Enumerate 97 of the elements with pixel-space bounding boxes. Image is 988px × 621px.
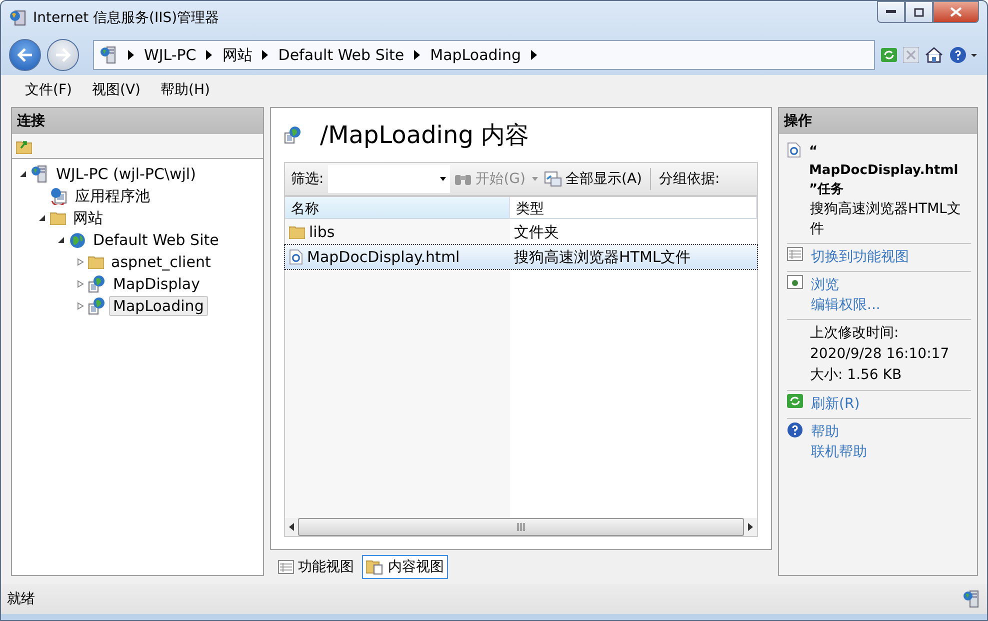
tree-item[interactable]: Default Web Site (89, 230, 223, 250)
action-link[interactable]: 编辑权限... (811, 295, 880, 315)
tree-item[interactable]: MapLoading (109, 296, 208, 316)
menu-item[interactable]: 文件(F) (25, 81, 72, 99)
scroll-right-icon[interactable] (746, 522, 754, 532)
maximize-icon (914, 8, 924, 16)
server-icon (963, 590, 981, 608)
collapse-arrow-icon[interactable] (57, 236, 65, 244)
column-header[interactable]: 名称 (285, 197, 510, 219)
app-pool-icon (50, 187, 68, 205)
breadcrumb-item[interactable]: 网站 (222, 46, 252, 64)
view-tab[interactable]: 内容视图 (362, 555, 448, 579)
menu-item[interactable]: 帮助(H) (160, 81, 210, 99)
name-cell: MapDocDisplay.html (285, 248, 510, 266)
folder-arrow-icon[interactable] (16, 138, 32, 154)
close-icon (950, 7, 962, 17)
expand-arrow-icon[interactable] (76, 302, 84, 310)
action-link[interactable]: 浏览 (811, 275, 880, 295)
help-icon (787, 422, 803, 438)
binoculars-icon (454, 172, 472, 186)
app-icon (9, 9, 27, 27)
horizontal-scrollbar[interactable] (285, 518, 757, 536)
chevron-right-icon[interactable] (128, 50, 134, 60)
tree-item[interactable]: aspnet_client (107, 252, 215, 272)
file-type-text: 搜狗高速浏览器HTML文件 (809, 200, 962, 239)
action-link[interactable]: 切换到功能视图 (811, 247, 909, 267)
show-all-button[interactable]: 全部显示(A) (566, 170, 642, 188)
back-button[interactable] (9, 39, 41, 71)
file-icon (787, 142, 801, 158)
type-cell-text: 搜狗高速浏览器HTML文件 (513, 248, 692, 266)
collapse-arrow-icon[interactable] (38, 214, 46, 222)
globe-icon (69, 232, 86, 248)
group-by-label[interactable]: 分组依据: (659, 170, 720, 188)
page-title: /MapLoading 内容 (320, 120, 530, 151)
breadcrumb-item[interactable]: Default Web Site (278, 46, 404, 64)
grid-view-icon (787, 247, 803, 261)
address-bar[interactable]: WJL-PC 网站 Default Web Site MapLoading (93, 40, 875, 70)
server-icon (100, 46, 118, 64)
folder-icon (88, 255, 104, 269)
expand-arrow-icon[interactable] (76, 280, 84, 288)
tree-item[interactable]: 网站 (69, 208, 107, 228)
server-icon (31, 165, 49, 183)
info-text: 上次修改时间: (810, 324, 900, 343)
action-link[interactable]: 刷新(R) (811, 394, 860, 414)
window-title: Internet 信息服务(IIS)管理器 (33, 9, 220, 27)
action-link[interactable]: 帮助 (811, 422, 867, 442)
panel-header: 连接 (12, 108, 263, 134)
column-header[interactable]: 类型 (510, 197, 757, 219)
grip-icon (516, 523, 526, 531)
type-cell-text: 文件夹 (513, 222, 560, 242)
file-row[interactable]: MapDocDisplay.html 搜狗高速浏览器HTML文件 (285, 245, 757, 269)
chevron-right-icon[interactable] (206, 50, 212, 60)
tree-item[interactable]: WJL-PC (wjl-PC\wjl) (52, 164, 200, 184)
home-icon[interactable] (925, 47, 943, 63)
file-row[interactable]: libs 文件夹 (285, 220, 757, 244)
scroll-left-icon[interactable] (288, 522, 296, 532)
folder-page-icon (366, 559, 384, 575)
tree-item[interactable]: MapDisplay (109, 274, 204, 294)
name-cell: libs (285, 223, 510, 241)
status-text: 就绪 (7, 590, 35, 608)
show-all-icon (544, 171, 562, 187)
refresh-icon (787, 394, 803, 408)
breadcrumb-item[interactable]: MapLoading (430, 46, 521, 64)
refresh-icon[interactable] (881, 48, 897, 62)
panel-header: 操作 (779, 108, 977, 134)
app-icon (88, 297, 106, 315)
arrow-right-icon (55, 48, 71, 62)
sites-folder-icon (50, 211, 66, 225)
chevron-right-icon[interactable] (262, 50, 268, 60)
chevron-right-icon[interactable] (414, 50, 420, 60)
info-text: 大小: 1.56 KB (810, 366, 903, 385)
action-link[interactable]: 联机帮助 (811, 442, 867, 462)
folder-icon (289, 225, 305, 239)
filter-label: 筛选: (291, 170, 324, 188)
file-icon (289, 249, 303, 265)
minimize-icon (886, 10, 896, 14)
filter-field[interactable] (328, 165, 450, 193)
collapse-arrow-icon[interactable] (19, 170, 27, 178)
browser-window-icon (787, 275, 803, 289)
site-content-icon (284, 126, 302, 144)
app-icon (88, 275, 106, 293)
menu-item[interactable]: 视图(V) (92, 81, 140, 99)
view-tab[interactable]: 功能视图 (274, 555, 358, 579)
breadcrumb-item[interactable]: WJL-PC (144, 46, 196, 64)
maximize-button[interactable] (905, 1, 933, 23)
forward-button[interactable] (47, 39, 79, 71)
info-text: 2020/9/28 16:10:17 (810, 345, 950, 364)
close-button[interactable] (933, 1, 979, 23)
help-dropdown-icon[interactable] (949, 46, 979, 64)
grid-view-icon (278, 560, 294, 574)
arrow-left-icon (17, 48, 33, 62)
task-heading: “ MapDocDisplay.html ”任务 (809, 143, 960, 199)
expand-arrow-icon[interactable] (76, 258, 84, 266)
chevron-right-icon[interactable] (530, 50, 537, 60)
tree-item[interactable]: 应用程序池 (71, 186, 154, 206)
minimize-button[interactable] (877, 1, 905, 23)
caret-down-icon (440, 177, 446, 181)
